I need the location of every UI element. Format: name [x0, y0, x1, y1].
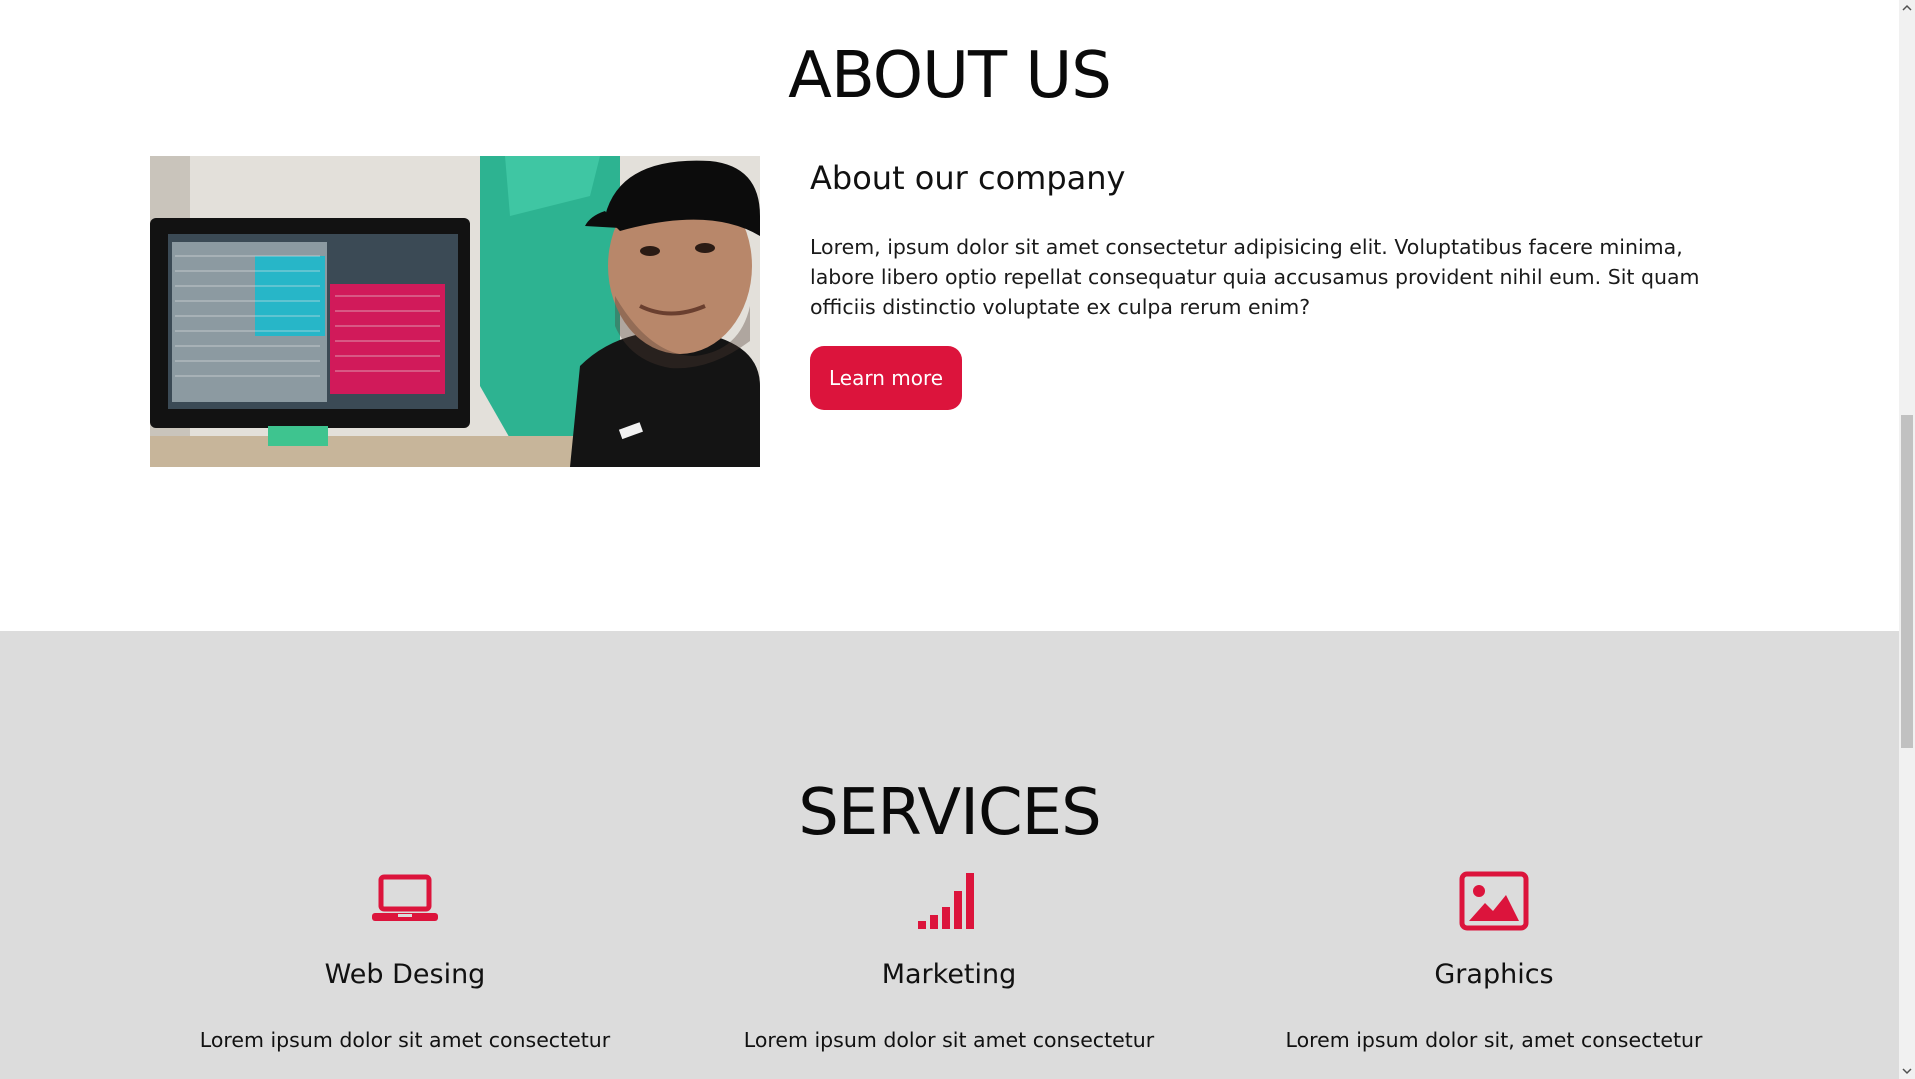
service-title: Graphics — [1434, 959, 1554, 990]
about-section: ABOUT US About our company Lorem, ipsum … — [0, 0, 1899, 631]
service-title: Web Desing — [324, 959, 486, 990]
about-photo — [150, 156, 760, 467]
about-subtitle: About our company — [810, 159, 1126, 197]
service-desc: Lorem ipsum dolor sit amet consectetur — [199, 1028, 611, 1052]
image-icon — [1459, 871, 1529, 931]
service-card-web-design: Web Desing Lorem ipsum dolor sit amet co… — [145, 871, 665, 1055]
service-desc: Lorem ipsum dolor sit amet consectetur — [743, 1028, 1155, 1052]
scroll-down-arrow-icon[interactable] — [1899, 1063, 1915, 1079]
scrollbar-thumb[interactable] — [1901, 415, 1913, 748]
page: ABOUT US About our company Lorem, ipsum … — [0, 0, 1915, 1079]
services-title: SERVICES — [798, 776, 1101, 850]
person-at-computer-photo — [150, 156, 760, 467]
learn-more-button[interactable]: Learn more — [810, 346, 963, 410]
service-card-graphics: Graphics Lorem ipsum dolor sit, amet con… — [1234, 871, 1754, 1055]
laptop-icon — [372, 874, 438, 921]
main-content: ABOUT US About our company Lorem, ipsum … — [0, 0, 1899, 1079]
about-body: Lorem, ipsum dolor sit amet consectetur … — [810, 235, 1700, 319]
vertical-scrollbar[interactable] — [1899, 0, 1915, 1079]
about-text-block: About our company Lorem, ipsum dolor sit… — [810, 156, 1710, 410]
scroll-up-arrow-icon[interactable] — [1899, 0, 1915, 16]
signal-bars-icon — [918, 873, 974, 929]
service-title: Marketing — [881, 959, 1017, 990]
service-card-marketing: Marketing Lorem ipsum dolor sit amet con… — [689, 871, 1209, 1055]
service-desc: Lorem ipsum dolor sit, amet consectetur — [1285, 1028, 1703, 1052]
services-section: SERVICES Web Desing Lorem ipsum dolor si… — [0, 631, 1899, 1079]
about-title: ABOUT US — [788, 39, 1112, 113]
